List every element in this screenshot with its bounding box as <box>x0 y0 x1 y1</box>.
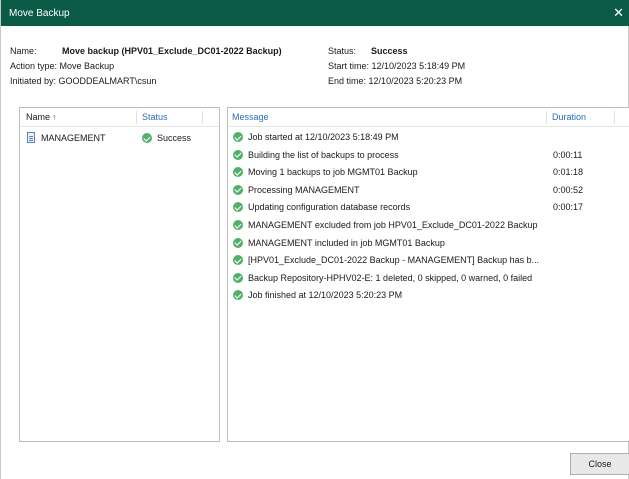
log-list[interactable]: Message Duration Job started at 12/10/20… <box>227 107 629 442</box>
sort-arrow-icon: ↑ <box>52 112 57 122</box>
success-icon <box>233 255 243 266</box>
log-row[interactable]: Updating configuration database records 0… <box>228 199 629 216</box>
success-icon <box>233 290 243 301</box>
column-divider[interactable] <box>546 111 547 124</box>
log-duration: 0:00:52 <box>553 184 584 195</box>
success-icon <box>233 184 243 195</box>
object-name: MANAGEMENT <box>41 133 106 143</box>
success-icon <box>233 220 243 230</box>
success-icon <box>233 237 243 248</box>
log-row[interactable]: [HPV01_Exclude_DC01-2022 Backup - MANAGE… <box>228 252 629 269</box>
log-message: MANAGEMENT included in job MGMT01 Backup <box>248 237 445 248</box>
col-header-name-label: Name <box>26 112 51 122</box>
success-icon <box>233 167 243 178</box>
log-row[interactable]: MANAGEMENT included in job MGMT01 Backup <box>228 235 629 252</box>
log-duration: 0:00:17 <box>553 202 584 213</box>
log-row[interactable]: Job started at 12/10/2023 5:18:49 PM <box>228 129 629 146</box>
objects-list[interactable]: Name ↑ Status MANAGEMENT Success <box>19 107 220 442</box>
session-info-left: Name: Move backup (HPV01_Exclude_DC01-202… <box>10 44 282 89</box>
log-message: Job started at 12/10/2023 5:18:49 PM <box>248 132 399 142</box>
success-icon <box>233 149 243 160</box>
log-row[interactable]: Job finished at 12/10/2023 5:20:23 PM <box>228 287 629 304</box>
column-divider[interactable] <box>136 111 137 124</box>
log-message: Building the list of backups to process <box>248 149 399 160</box>
log-row[interactable]: Moving 1 backups to job MGMT01 Backup 0:0… <box>228 164 629 181</box>
col-header-message[interactable]: Message <box>232 112 269 122</box>
log-message: Job finished at 12/10/2023 5:20:23 PM <box>248 290 403 301</box>
col-header-status[interactable]: Status <box>142 112 168 122</box>
vm-icon <box>27 132 35 143</box>
object-status: Success <box>157 133 192 143</box>
success-icon <box>233 272 243 283</box>
start-time-value: 12/10/2023 5:18:49 PM <box>371 61 466 71</box>
column-divider[interactable] <box>202 111 203 124</box>
success-icon <box>233 202 243 213</box>
initiated-by-value: GOODDEALMART\csun <box>58 76 157 86</box>
log-message: Updating configuration database records <box>248 202 411 213</box>
name-label: Name: <box>10 46 37 56</box>
object-row[interactable]: MANAGEMENT Success <box>20 130 219 147</box>
move-backup-dialog: Move Backup ✕ Name: Move backup (HPV01_Ex… <box>0 0 629 479</box>
success-icon <box>233 132 243 142</box>
log-row[interactable]: Building the list of backups to process 0… <box>228 147 629 164</box>
log-message: Processing MANAGEMENT <box>248 184 360 195</box>
initiated-by-label: Initiated by: <box>10 76 57 86</box>
log-message: [HPV01_Exclude_DC01-2022 Backup - MANAGE… <box>248 255 540 266</box>
action-type-value: Move Backup <box>59 61 115 71</box>
log-message: Moving 1 backups to job MGMT01 Backup <box>248 167 418 178</box>
close-icon[interactable]: ✕ <box>613 5 624 21</box>
session-name: Move backup (HPV01_Exclude_DC01-2022 Bac… <box>62 46 282 56</box>
col-header-name[interactable]: Name ↑ <box>26 112 57 122</box>
success-icon <box>142 133 152 143</box>
log-duration: 0:01:18 <box>553 167 584 178</box>
close-button[interactable]: Close <box>570 453 629 475</box>
log-message: MANAGEMENT excluded from job HPV01_Exclu… <box>248 220 538 230</box>
action-type-label: Action type: <box>10 61 58 71</box>
title-bar[interactable]: Move Backup ✕ <box>1 0 629 26</box>
log-duration: 0:00:11 <box>553 149 583 160</box>
log-message: Backup Repository-HPHV02-E: 1 deleted, 0… <box>248 272 533 283</box>
log-row[interactable]: Backup Repository-HPHV02-E: 1 deleted, 0… <box>228 270 629 287</box>
log-row[interactable]: MANAGEMENT excluded from job HPV01_Exclu… <box>228 217 629 234</box>
col-header-duration[interactable]: Duration <box>552 112 586 122</box>
objects-header: Name ↑ Status <box>20 108 219 127</box>
session-info-right: Status: Success Start time: 12/10/2023 5:… <box>328 44 465 89</box>
start-time-label: Start time: <box>328 61 370 71</box>
column-divider[interactable] <box>614 111 615 124</box>
log-row[interactable]: Processing MANAGEMENT 0:00:52 <box>228 182 629 199</box>
window-title: Move Backup <box>9 8 70 19</box>
status-label: Status: <box>328 46 357 56</box>
status-value: Success <box>371 46 408 56</box>
end-time-label: End time: <box>328 76 367 86</box>
log-header: Message Duration <box>228 108 629 127</box>
end-time-value: 12/10/2023 5:20:23 PM <box>368 76 463 86</box>
